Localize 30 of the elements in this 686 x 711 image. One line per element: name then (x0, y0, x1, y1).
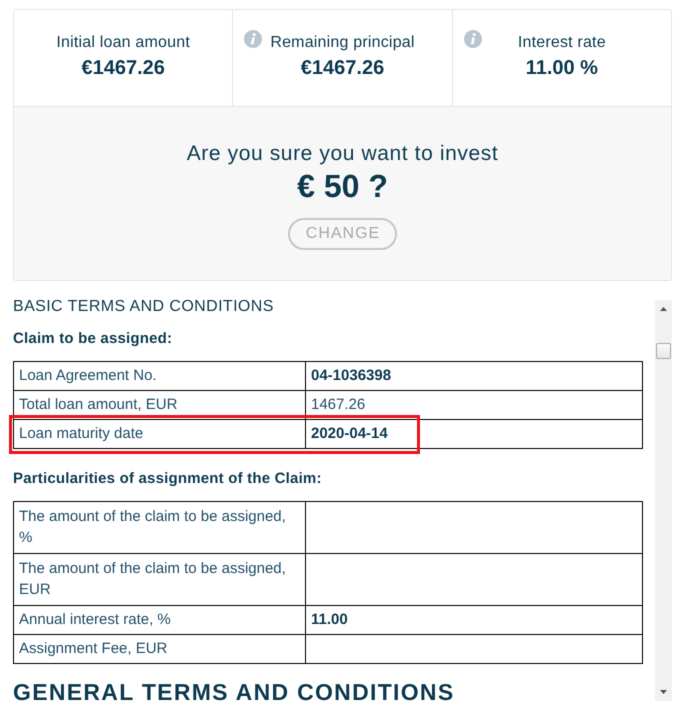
subsection-title: Claim to be assigned: (13, 329, 172, 349)
subsection-title: Particularities of assignment of the Claim: (13, 469, 322, 489)
section-heading: GENERAL TERMS AND CONDITIONS (13, 678, 454, 706)
stat-value: 11.00 % (526, 56, 598, 81)
scrollbar[interactable] (655, 300, 672, 701)
table-cell: 11.00 (306, 606, 642, 634)
table-cell: 04-1036398 (306, 362, 642, 390)
stat-label: Interest rate (518, 33, 606, 53)
table-cell: Loan Agreement No. (14, 362, 306, 390)
table-cell: Total loan amount, EUR (14, 390, 306, 420)
stat-value: €1467.26 (81, 56, 165, 81)
invest-amount: € 50 ? (297, 168, 388, 204)
table-cell: Annual interest rate, % (14, 606, 306, 634)
table-cell: Loan maturity date (14, 420, 306, 448)
section-heading: BASIC TERMS AND CONDITIONS (13, 297, 274, 317)
change-button[interactable]: CHANGE (288, 218, 398, 250)
confirm-question: Are you sure you want to invest (186, 141, 498, 167)
info-icon[interactable] (244, 30, 262, 48)
stat-label: Initial loan amount (56, 33, 190, 53)
scroll-down-icon[interactable] (660, 690, 667, 694)
table-cell: The amount of the claim to be assigned, % (14, 502, 306, 554)
table-cell: The amount of the claim to be assigned, EUR (14, 554, 306, 606)
scroll-up-icon[interactable] (660, 307, 667, 311)
table-cell: 2020-04-14 (306, 420, 642, 448)
scroll-thumb[interactable] (656, 343, 671, 359)
stat-label: Remaining principal (270, 33, 415, 53)
stat-value: €1467.26 (300, 56, 384, 81)
table-cell: 1467.26 (306, 390, 642, 420)
info-icon[interactable] (464, 30, 482, 48)
table-cell: Assignment Fee, EUR (14, 634, 306, 664)
